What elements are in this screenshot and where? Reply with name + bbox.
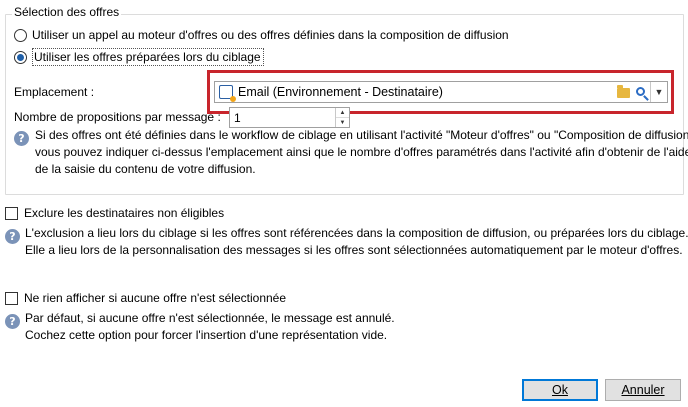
- ok-button[interactable]: Ok: [522, 379, 598, 401]
- offers-group-title: Sélection des offres: [12, 5, 122, 19]
- help-line: L'exclusion a lieu lors du ciblage si le…: [25, 226, 688, 240]
- cancel-button[interactable]: Annuler: [605, 379, 681, 401]
- help-icon: ?: [5, 229, 20, 244]
- radio-engine-circle[interactable]: [14, 28, 27, 42]
- help-icon: ?: [14, 131, 29, 146]
- help-line: Cochez cette option pour forcer l'insert…: [25, 328, 388, 342]
- offers-help-text: Si des offres ont été définies dans le w…: [35, 127, 688, 178]
- email-location-icon: [219, 85, 236, 102]
- exclude-help-text: L'exclusion a lieu lors du ciblage si le…: [25, 225, 688, 259]
- help-line: Par défaut, si aucune offre n'est sélect…: [25, 311, 395, 325]
- no-display-help-text: Par défaut, si aucune offre n'est sélect…: [25, 310, 395, 344]
- ok-button-label[interactable]: Ok: [552, 383, 568, 397]
- spin-up-icon[interactable]: ▲: [336, 108, 349, 118]
- help-icon: ?: [5, 314, 20, 329]
- folder-icon[interactable]: [614, 83, 632, 101]
- help-line: Si des offres ont été définies dans le w…: [35, 128, 688, 142]
- no-display-checkbox-row[interactable]: Ne rien afficher si aucune offre n'est s…: [5, 291, 286, 305]
- location-label: Emplacement :: [14, 85, 95, 99]
- help-line: vous pouvez indiquer ci-dessus l'emplace…: [35, 145, 688, 159]
- chevron-down-icon[interactable]: ▼: [650, 82, 667, 102]
- proposals-value[interactable]: 1: [234, 111, 241, 125]
- radio-prepared-circle[interactable]: [14, 50, 27, 64]
- exclude-checkbox-row[interactable]: Exclure les destinataires non éligibles: [5, 206, 224, 220]
- proposals-stepper[interactable]: 1 ▲ ▼: [229, 107, 350, 128]
- help-line: Elle a lieu lors de la personnalisation …: [25, 243, 683, 257]
- location-combobox[interactable]: Email (Environnement - Destinataire) ▼: [214, 81, 668, 103]
- exclude-checkbox[interactable]: [5, 206, 18, 220]
- radio-prepared-label[interactable]: Utiliser les offres préparées lors du ci…: [32, 48, 264, 66]
- search-icon[interactable]: [632, 83, 650, 101]
- radio-prepared-option[interactable]: Utiliser les offres préparées lors du ci…: [14, 48, 264, 66]
- help-line: de la saisie du contenu de votre diffusi…: [35, 162, 256, 176]
- radio-engine-option[interactable]: Utiliser un appel au moteur d'offres ou …: [14, 28, 509, 42]
- proposals-label: Nombre de propositions par message :: [14, 110, 221, 124]
- cancel-button-label[interactable]: Annuler: [621, 383, 664, 397]
- spin-down-icon[interactable]: ▼: [336, 118, 349, 127]
- no-display-label[interactable]: Ne rien afficher si aucune offre n'est s…: [24, 291, 286, 305]
- no-display-checkbox[interactable]: [5, 291, 18, 305]
- radio-engine-label[interactable]: Utiliser un appel au moteur d'offres ou …: [32, 28, 509, 42]
- exclude-label[interactable]: Exclure les destinataires non éligibles: [24, 206, 224, 220]
- location-value[interactable]: Email (Environnement - Destinataire): [238, 85, 614, 99]
